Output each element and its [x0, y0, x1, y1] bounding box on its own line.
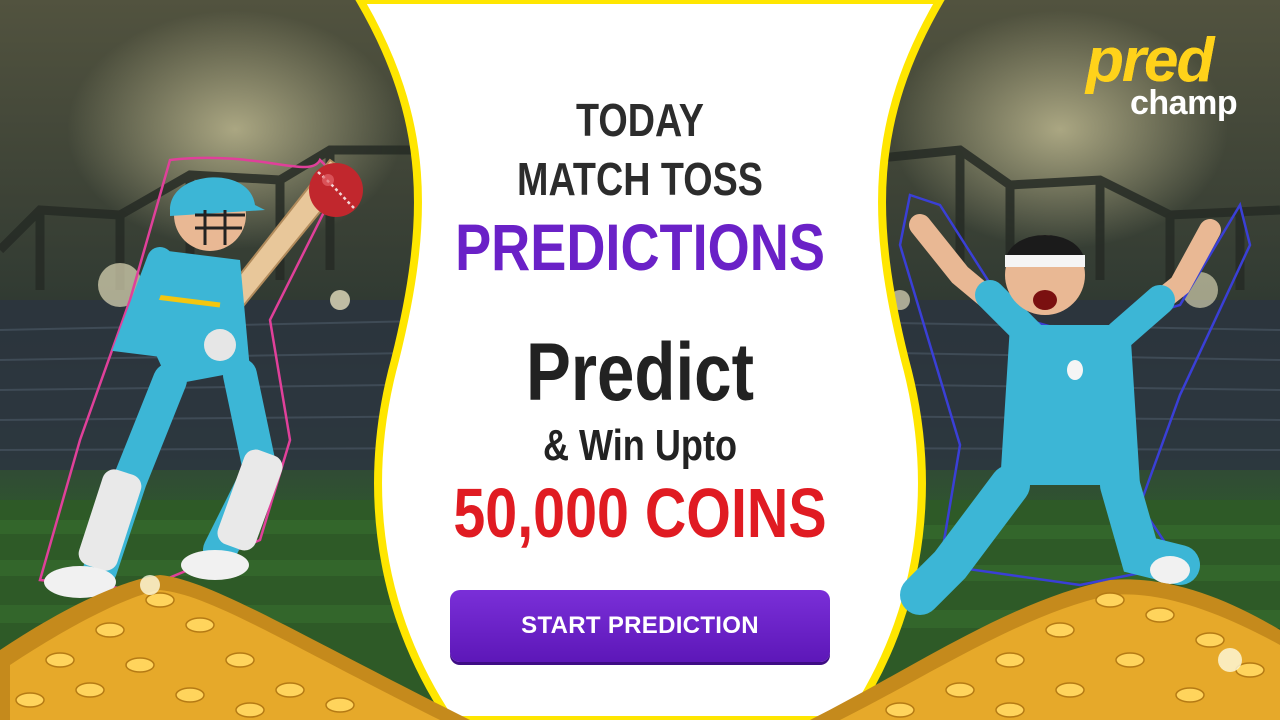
headline-predict: Predict [526, 327, 754, 418]
banner: TODAY MATCH TOSS PREDICTIONS Predict & W… [0, 0, 1280, 720]
coin-pile-left [0, 570, 470, 720]
headline-match-toss: MATCH TOSS [517, 153, 763, 205]
headline-today: TODAY [576, 94, 704, 146]
gold-coin-pile-icon [0, 575, 470, 720]
headline-win-upto: & Win Upto [542, 421, 738, 470]
gold-coin-pile-icon [810, 579, 1280, 720]
bowler-celebrating-icon [898, 193, 1252, 615]
coin-pile-right [810, 560, 1280, 720]
cricket-ball [306, 160, 366, 220]
batsman-icon [38, 156, 350, 598]
predchamp-logo[interactable]: pred champ [1086, 30, 1254, 130]
cricket-ball-icon [309, 163, 363, 217]
start-prediction-button[interactable]: START PREDICTION [450, 590, 830, 662]
headline-predictions: PREDICTIONS [455, 210, 825, 284]
batsman-illustration [20, 120, 350, 610]
logo-champ-text: champ [1130, 84, 1238, 122]
logo-pred-text: pred [1086, 26, 1214, 95]
headline-coins-amount: 50,000 COINS [453, 474, 827, 552]
bowler-illustration [880, 185, 1260, 625]
